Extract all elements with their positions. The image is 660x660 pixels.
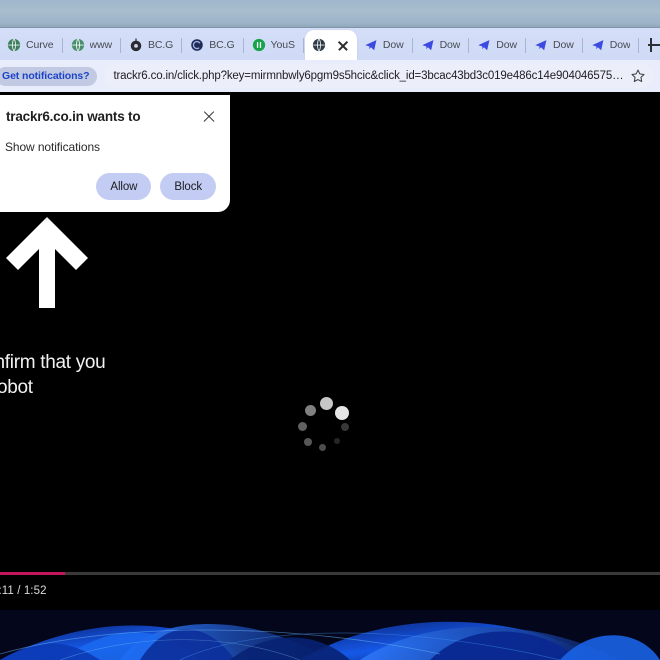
page-viewport: w" to confirm that you e not a robot tra… bbox=[0, 92, 660, 610]
allow-button[interactable]: Allow bbox=[96, 173, 152, 201]
tab-divider bbox=[242, 38, 244, 53]
window-title-strip bbox=[0, 0, 660, 28]
globe-icon bbox=[312, 38, 325, 52]
browser-tab-curve[interactable]: Curve bbox=[0, 30, 61, 60]
windows-wallpaper bbox=[0, 610, 660, 660]
browser-tab-label: Dow bbox=[553, 39, 574, 51]
browser-tab-dow-5[interactable]: Dow bbox=[584, 30, 638, 60]
dialog-permission-option: Show notifications bbox=[0, 139, 216, 155]
tab-divider bbox=[302, 38, 304, 53]
robot-instruction-line-2: e not a robot bbox=[0, 377, 33, 398]
dialog-permission-label: Show notifications bbox=[5, 140, 100, 155]
robot-instruction-line-1: w" to confirm that you bbox=[0, 352, 106, 373]
close-icon[interactable] bbox=[202, 110, 216, 124]
tab-divider bbox=[638, 38, 640, 53]
new-tab-button[interactable] bbox=[644, 34, 660, 56]
screen: Curve www BC.G BC.G YouS Dow Dow Dow Dow… bbox=[0, 0, 660, 660]
telegram-icon bbox=[478, 40, 490, 51]
browser-tab-bcg-1[interactable]: BC.G bbox=[122, 30, 180, 60]
browser-tab-label: BC.G bbox=[209, 39, 235, 51]
progress-bar-fill bbox=[0, 572, 65, 575]
tab-divider bbox=[61, 38, 63, 53]
dark-spiral-icon bbox=[191, 39, 204, 51]
browser-tab-label: Dow bbox=[496, 39, 518, 51]
globe-icon bbox=[7, 38, 21, 52]
address-bar[interactable]: trackr6.co.in/click.php?key=mirmnbwly6pg… bbox=[105, 64, 654, 88]
star-icon[interactable] bbox=[630, 68, 646, 84]
browser-tab-label: Dow bbox=[609, 39, 631, 51]
omnibox-row: Get notifications? trackr6.co.in/click.p… bbox=[0, 60, 660, 92]
browser-tab-strip[interactable]: Curve www BC.G BC.G YouS Dow Dow Dow Dow… bbox=[0, 28, 660, 60]
dark-circle-icon bbox=[130, 38, 142, 52]
up-arrow-icon bbox=[6, 217, 88, 308]
dialog-title: trackr6.co.in wants to bbox=[6, 109, 141, 124]
browser-tab-dow-3[interactable]: Dow bbox=[470, 30, 524, 60]
browser-tab-label: Curve bbox=[26, 39, 54, 51]
browser-tab-dow-4[interactable]: Dow bbox=[527, 30, 581, 60]
notification-permission-dialog[interactable]: trackr6.co.in wants to Show notification… bbox=[0, 95, 230, 213]
dialog-actions: Allow Block bbox=[6, 173, 216, 201]
address-bar-url: trackr6.co.in/click.php?key=mirmnbwly6pg… bbox=[113, 70, 626, 82]
browser-tab-label: www bbox=[89, 39, 112, 51]
tab-divider bbox=[411, 38, 413, 53]
browser-tab-active-trackr6[interactable] bbox=[304, 30, 357, 60]
time-display: 0:11 / 1:52 bbox=[0, 585, 47, 597]
robot-instruction-text: w" to confirm that you e not a robot bbox=[0, 350, 260, 400]
block-button[interactable]: Block bbox=[160, 173, 216, 201]
tab-divider bbox=[468, 38, 470, 53]
browser-tab-www[interactable]: www bbox=[64, 30, 119, 60]
telegram-icon bbox=[365, 40, 377, 51]
dialog-title-row: trackr6.co.in wants to bbox=[6, 109, 216, 125]
tab-divider bbox=[181, 38, 183, 53]
green-circle-icon bbox=[252, 38, 265, 52]
browser-tab-yous[interactable]: YouS bbox=[245, 30, 302, 60]
telegram-icon bbox=[421, 40, 434, 51]
globe-icon bbox=[71, 38, 84, 52]
progress-bar-track[interactable] bbox=[0, 572, 660, 575]
browser-tab-label: BC.G bbox=[147, 39, 174, 51]
video-player-controls[interactable]: 0:11 / 1:52 bbox=[0, 572, 660, 610]
loading-spinner-icon bbox=[296, 397, 356, 457]
browser-tab-dow-2[interactable]: Dow bbox=[414, 30, 468, 60]
tab-divider bbox=[581, 38, 583, 53]
telegram-icon bbox=[535, 40, 547, 51]
browser-tab-label: YouS bbox=[270, 39, 295, 51]
tab-divider bbox=[525, 38, 527, 53]
tab-divider bbox=[119, 38, 121, 53]
browser-tab-bcg-2[interactable]: BC.G bbox=[183, 30, 241, 60]
close-icon[interactable] bbox=[336, 38, 350, 52]
telegram-icon bbox=[592, 40, 604, 51]
browser-tab-label: Dow bbox=[382, 39, 404, 51]
browser-tab-dow-1[interactable]: Dow bbox=[357, 30, 411, 60]
get-notifications-chip[interactable]: Get notifications? bbox=[0, 66, 98, 86]
browser-tab-label: Dow bbox=[439, 39, 461, 51]
